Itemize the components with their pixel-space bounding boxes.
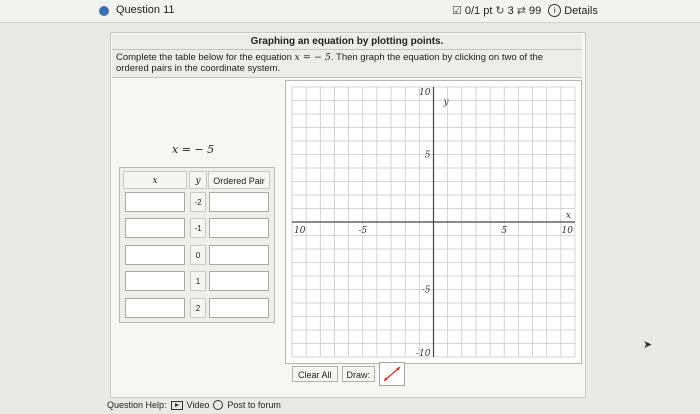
draw-label: Draw: [341,366,376,382]
details-link[interactable]: i Details [548,4,598,17]
forum-icon [213,400,224,410]
tick-label-y-10: 10 [419,88,431,98]
score-text: 0/1 pt [464,4,493,17]
instruction-text-line2: ordered pairs in the coordinate system. [116,63,281,74]
line-tool-button[interactable] [379,362,406,386]
details-label: Details [564,4,598,17]
tick-label-y-5: 5 [425,151,431,161]
pair-input-row-3[interactable] [209,245,269,265]
checkbox-icon: ☑ [452,5,462,17]
tick-label-x-5: 5 [501,226,507,236]
pair-input-row-2[interactable] [209,218,269,238]
info-icon: i [548,4,562,17]
line-tool-icon [383,366,401,382]
tick-label-x-neg10: 10 [294,226,306,236]
question-help: Question Help: Video Post to forum [107,400,281,410]
values-table: x y Ordered Pair -2 -1 0 1 2 [119,167,275,323]
graph-toolbar: Clear All Draw: [292,362,406,386]
instruction-equation: x = − 5 [294,52,331,63]
table-header-ordered-pair: Ordered Pair [208,171,270,189]
tick-label-x-neg5: -5 [358,226,367,236]
table-header-y: y [189,171,207,189]
video-link[interactable]: Video [187,400,210,410]
coordinate-grid[interactable]: y x 10 -10 10 10 -5 5 5 -5 [286,81,581,363]
attempts-count: 3 [507,4,514,17]
question-help-label: Question Help: [107,400,167,410]
instruction-text-post: . Then graph the equation by clicking on… [330,52,544,63]
swap-icon: ⇄ [516,5,526,17]
y-value-row-2: -1 [190,218,206,238]
y-value-row-3: 0 [190,245,206,265]
x-axis-label: x [566,211,571,221]
instruction-text-pre: Complete the table below for the equatio… [116,52,295,63]
y-value-row-5: 2 [190,298,206,318]
y-value-row-4: 1 [190,271,206,291]
coordinate-graph[interactable]: y x 10 -10 10 10 -5 5 5 -5 [285,80,582,364]
pair-input-row-5[interactable] [209,298,269,318]
y-axis-label: y [443,98,450,108]
problem-instructions: Complete the table below for the equatio… [112,50,582,78]
remaining-count: 99 [528,4,542,17]
question-status-dot [99,6,109,16]
pair-input-row-1[interactable] [209,192,269,212]
x-input-row-4[interactable] [125,271,185,291]
question-header: Question 11 ☑ 0/1 pt ↻ 3 ⇄ 99 i Details [0,0,700,23]
post-to-forum-link[interactable]: Post to forum [227,400,281,410]
clear-all-button[interactable]: Clear All [292,366,338,382]
x-input-row-3[interactable] [125,245,185,265]
x-input-row-1[interactable] [125,192,185,212]
video-icon [170,400,183,410]
x-input-row-2[interactable] [125,218,185,238]
problem-title: Graphing an equation by plotting points. [112,34,582,50]
table-header-x: x [123,171,187,189]
equation-label: x = − 5 [172,143,215,156]
mouse-cursor-icon: ➤ [643,339,653,351]
tick-label-y-neg5: -5 [422,286,431,296]
retry-icon: ↻ [495,5,505,17]
question-title: Question 11 [116,4,175,16]
pair-input-row-4[interactable] [209,271,269,291]
y-value-row-1: -2 [190,192,206,212]
score-area: ☑ 0/1 pt ↻ 3 ⇄ 99 i Details [452,4,598,17]
tick-label-x-10: 10 [562,226,574,236]
x-input-row-5[interactable] [125,298,185,318]
tick-label-y-neg10: -10 [416,349,431,359]
